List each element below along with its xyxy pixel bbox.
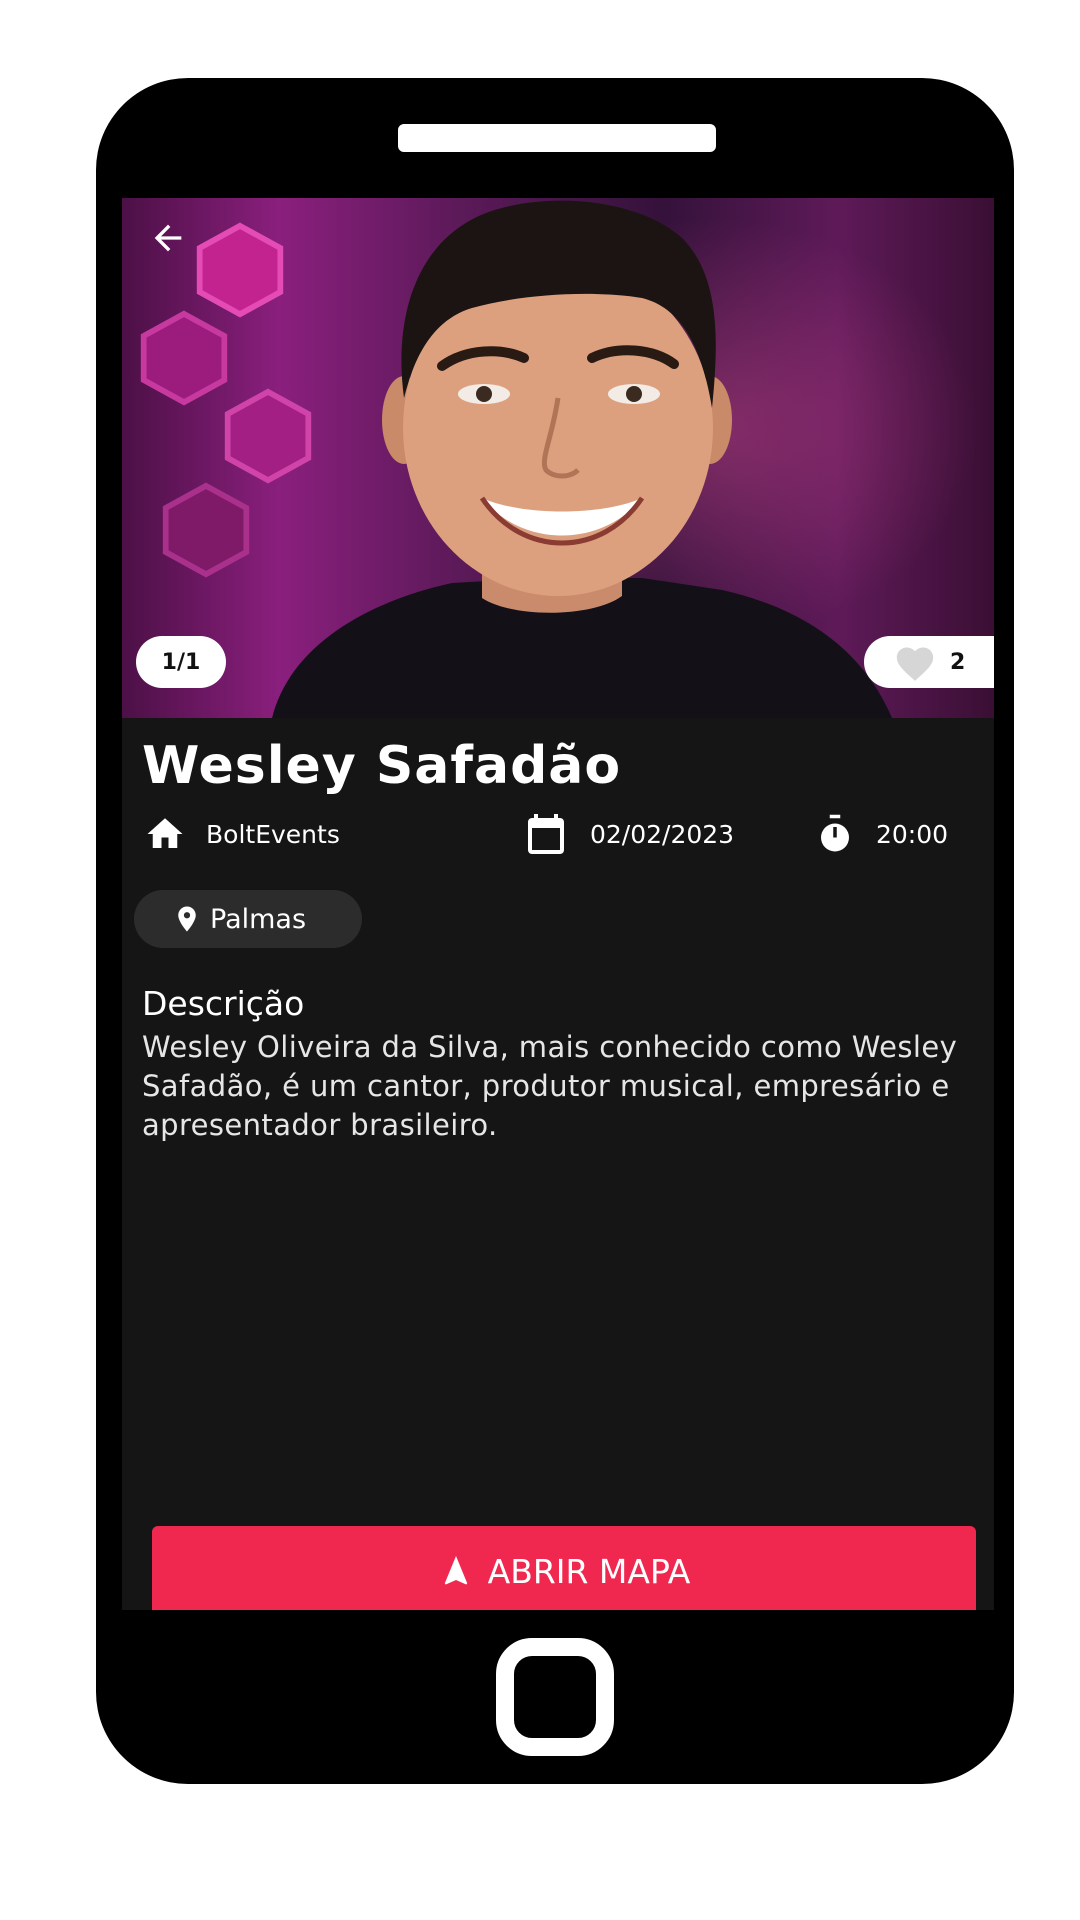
organizer-name: BoltEvents (206, 819, 340, 849)
heart-icon (896, 647, 934, 681)
image-counter: 1/1 (136, 636, 226, 688)
calendar-icon (522, 810, 570, 858)
open-map-label: ABRIR MAPA (487, 1552, 691, 1591)
phone-speaker (398, 124, 716, 152)
like-count: 2 (950, 649, 966, 675)
location-city: Palmas (210, 903, 307, 935)
location-chip[interactable]: Palmas (134, 890, 362, 948)
phone-frame: 1/1 2 Wesley Safadão BoltEvents 02/02/20… (96, 78, 1014, 1784)
image-counter-text: 1/1 (161, 649, 201, 675)
description-heading: Descrição (142, 984, 305, 1023)
date-info: 02/02/2023 (522, 810, 734, 858)
app-screen: 1/1 2 Wesley Safadão BoltEvents 02/02/20… (122, 198, 994, 1610)
home-icon (144, 813, 186, 855)
timer-icon (814, 812, 856, 856)
description-text: Wesley Oliveira da Silva, mais conhecido… (142, 1030, 958, 1142)
event-date: 02/02/2023 (590, 819, 735, 849)
back-button[interactable] (142, 212, 194, 264)
event-title: Wesley Safadão (142, 736, 622, 796)
time-info: 20:00 (814, 810, 948, 858)
like-button[interactable]: 2 (864, 636, 994, 688)
location-pin-icon (178, 906, 196, 932)
organizer-info: BoltEvents (144, 810, 340, 858)
event-time: 20:00 (876, 819, 949, 849)
arrow-left-icon (154, 224, 182, 252)
performer-photo (272, 200, 892, 718)
open-map-button[interactable]: ABRIR MAPA (152, 1526, 976, 1610)
event-hero-image[interactable]: 1/1 2 (122, 198, 994, 718)
phone-home-button (496, 1638, 614, 1756)
navigation-arrow-icon (444, 1556, 467, 1585)
